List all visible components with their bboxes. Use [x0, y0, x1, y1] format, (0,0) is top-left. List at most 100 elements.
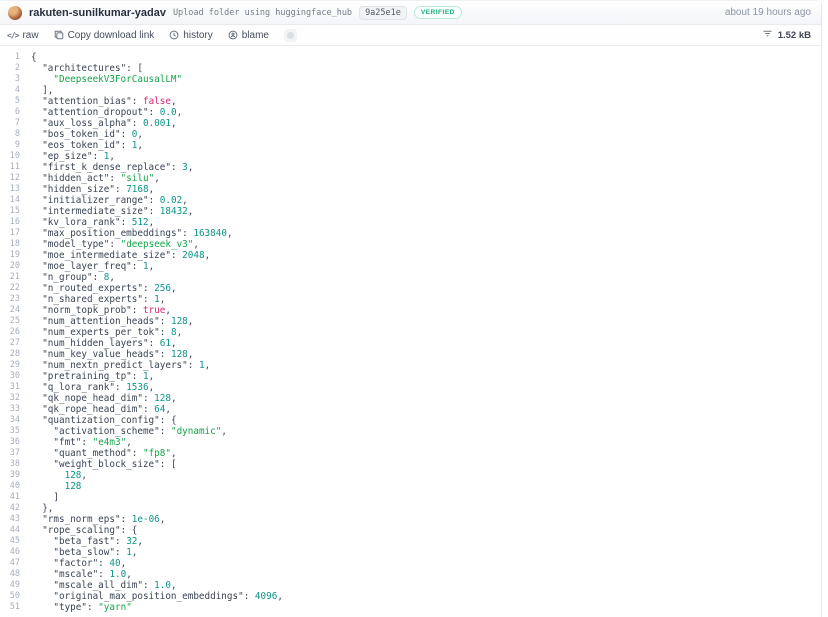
file-toolbar: </> raw Copy download link history	[0, 25, 821, 46]
code-text: "norm_topk_prob": true,	[20, 305, 171, 316]
line-number[interactable]: 18	[0, 239, 20, 250]
line-number[interactable]: 35	[0, 426, 20, 437]
code-line: 37 "quant_method": "fp8",	[0, 448, 821, 459]
code-text: ]	[20, 492, 59, 503]
line-number[interactable]: 32	[0, 393, 20, 404]
line-number[interactable]: 48	[0, 569, 20, 580]
code-text: "fmt": "e4m3",	[20, 437, 132, 448]
line-number[interactable]: 21	[0, 272, 20, 283]
line-number[interactable]: 19	[0, 250, 20, 261]
line-number[interactable]: 34	[0, 415, 20, 426]
blame-button[interactable]: blame	[228, 30, 269, 41]
code-text: "qk_rope_head_dim": 64,	[20, 404, 171, 415]
code-line: 29 "num_nextn_predict_layers": 1,	[0, 360, 821, 371]
commit-message-link[interactable]: Upload folder using huggingface_hub	[173, 8, 352, 18]
line-number[interactable]: 12	[0, 173, 20, 184]
blame-user-circle-icon	[228, 30, 238, 40]
code-line: 3 "DeepseekV3ForCausalLM"	[0, 74, 821, 85]
commit-header: rakuten-sunilkumar-yadav Upload folder u…	[0, 1, 821, 25]
code-brackets-icon: </>	[7, 31, 18, 40]
line-number[interactable]: 1	[0, 52, 20, 63]
code-line: 1{	[0, 52, 821, 63]
code-line: 43 "rms_norm_eps": 1e-06,	[0, 514, 821, 525]
line-number[interactable]: 14	[0, 195, 20, 206]
code-line: 35 "activation_scheme": "dynamic",	[0, 426, 821, 437]
line-number[interactable]: 8	[0, 129, 20, 140]
line-number[interactable]: 11	[0, 162, 20, 173]
line-number[interactable]: 5	[0, 96, 20, 107]
line-number[interactable]: 38	[0, 459, 20, 470]
line-number[interactable]: 43	[0, 514, 20, 525]
line-number[interactable]: 36	[0, 437, 20, 448]
code-text: "moe_intermediate_size": 2048,	[20, 250, 210, 261]
code-line: 48 "mscale": 1.0,	[0, 569, 821, 580]
line-number[interactable]: 20	[0, 261, 20, 272]
line-number[interactable]: 13	[0, 184, 20, 195]
code-line: 31 "q_lora_rank": 1536,	[0, 382, 821, 393]
code-line: 18 "model_type": "deepseek_v3",	[0, 239, 821, 250]
raw-button[interactable]: </> raw	[7, 30, 39, 41]
blame-button-label: blame	[242, 30, 269, 41]
line-number[interactable]: 44	[0, 525, 20, 536]
code-line: 38 "weight_block_size": [	[0, 459, 821, 470]
line-number[interactable]: 10	[0, 151, 20, 162]
line-number[interactable]: 3	[0, 74, 20, 85]
code-text: "hidden_size": 7168,	[20, 184, 154, 195]
code-line: 15 "intermediate_size": 18432,	[0, 206, 821, 217]
line-number[interactable]: 31	[0, 382, 20, 393]
line-number[interactable]: 33	[0, 404, 20, 415]
line-number[interactable]: 39	[0, 470, 20, 481]
line-number[interactable]: 45	[0, 536, 20, 547]
code-text: "activation_scheme": "dynamic",	[20, 426, 227, 437]
line-number[interactable]: 7	[0, 118, 20, 129]
code-text: "n_group": 8,	[20, 272, 115, 283]
copy-download-link-button[interactable]: Copy download link	[54, 30, 155, 41]
code-text: "beta_fast": 32,	[20, 536, 143, 547]
code-text: "intermediate_size": 18432,	[20, 206, 193, 217]
bot-contributor-icon[interactable]	[284, 29, 297, 42]
file-viewer: rakuten-sunilkumar-yadav Upload folder u…	[0, 0, 822, 617]
code-line: 23 "n_shared_experts": 1,	[0, 294, 821, 305]
code-line: 8 "bos_token_id": 0,	[0, 129, 821, 140]
line-number[interactable]: 40	[0, 481, 20, 492]
line-number[interactable]: 6	[0, 107, 20, 118]
line-number[interactable]: 15	[0, 206, 20, 217]
line-number[interactable]: 37	[0, 448, 20, 459]
line-number[interactable]: 2	[0, 63, 20, 74]
commit-author-link[interactable]: rakuten-sunilkumar-yadav	[29, 7, 166, 19]
code-text: "num_hidden_layers": 61,	[20, 338, 177, 349]
line-number[interactable]: 46	[0, 547, 20, 558]
author-avatar[interactable]	[8, 6, 22, 20]
code-line: 17 "max_position_embeddings": 163840,	[0, 228, 821, 239]
code-text: "model_type": "deepseek_v3",	[20, 239, 199, 250]
code-text: ],	[20, 85, 53, 96]
line-number[interactable]: 28	[0, 349, 20, 360]
line-number[interactable]: 47	[0, 558, 20, 569]
code-text: {	[20, 52, 37, 63]
code-text: "max_position_embeddings": 163840,	[20, 228, 233, 239]
line-number[interactable]: 27	[0, 338, 20, 349]
line-number[interactable]: 22	[0, 283, 20, 294]
code-text: "attention_dropout": 0.0,	[20, 107, 182, 118]
line-number[interactable]: 9	[0, 140, 20, 151]
line-number[interactable]: 51	[0, 602, 20, 613]
code-text: "moe_layer_freq": 1,	[20, 261, 154, 272]
line-number[interactable]: 24	[0, 305, 20, 316]
line-number[interactable]: 50	[0, 591, 20, 602]
line-number[interactable]: 29	[0, 360, 20, 371]
line-number[interactable]: 23	[0, 294, 20, 305]
line-number[interactable]: 17	[0, 228, 20, 239]
line-number[interactable]: 30	[0, 371, 20, 382]
code-line: 9 "eos_token_id": 1,	[0, 140, 821, 151]
line-number[interactable]: 25	[0, 316, 20, 327]
history-button[interactable]: history	[169, 30, 212, 41]
line-number[interactable]: 42	[0, 503, 20, 514]
line-number[interactable]: 26	[0, 327, 20, 338]
line-number[interactable]: 41	[0, 492, 20, 503]
code-text: "pretraining_tp": 1,	[20, 371, 154, 382]
commit-hash-badge[interactable]: 9a25e1e	[359, 6, 407, 20]
line-number[interactable]: 49	[0, 580, 20, 591]
line-number[interactable]: 16	[0, 217, 20, 228]
code-view: 1{2 "architectures": [3 "DeepseekV3ForCa…	[0, 46, 821, 613]
line-number[interactable]: 4	[0, 85, 20, 96]
